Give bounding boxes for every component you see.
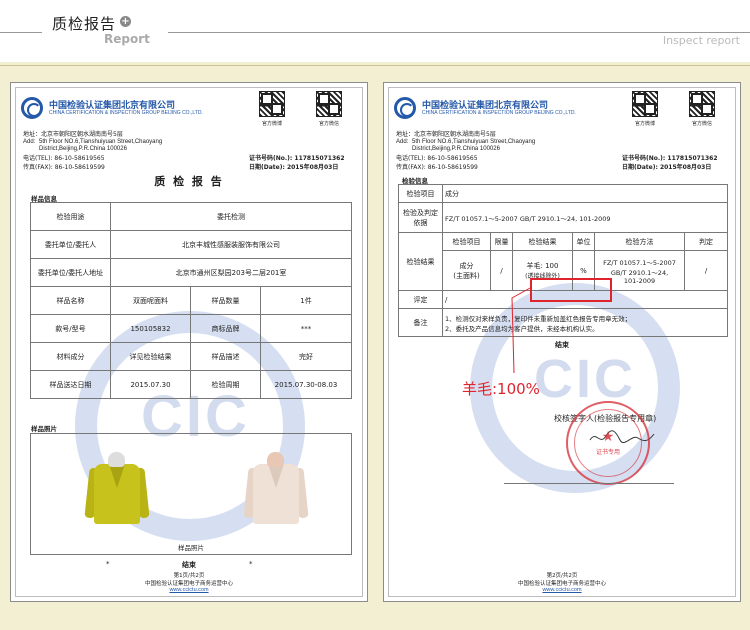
address-en-1: 5th Floor NO.6,Tianshuiyuan Street,Chaoy… xyxy=(39,139,163,145)
page-subtitle: Report xyxy=(104,32,150,46)
header-rule-right xyxy=(168,32,750,33)
description-label: 样品描述 xyxy=(190,342,261,371)
footer-page: 第1页/共2页 xyxy=(173,573,205,579)
sent-date-value: 2015.07.30 xyxy=(110,370,191,399)
client-label: 委托单位/委托人 xyxy=(30,230,111,259)
brand-label: 商标品牌 xyxy=(190,314,261,343)
weibo-qr-icon xyxy=(259,91,285,117)
official-seal-icon: ★ 证书专用 xyxy=(566,401,650,485)
org-name-en: CHINA CERTIFICATION & INSPECTION GROUP B… xyxy=(49,110,203,116)
client-address-value: 北京市通州区梨园203号二层201室 xyxy=(110,258,352,287)
address-label: Add: xyxy=(23,139,36,145)
client-address-label: 委托单位/委托人地址 xyxy=(30,258,111,287)
footer-org: 中国检验认证集团电子商务运营中心 xyxy=(517,581,606,587)
brand-value: *** xyxy=(260,314,352,343)
footer-page: 第2页/共2页 xyxy=(546,573,578,579)
page-title: 质检报告 xyxy=(52,15,117,33)
sample-info-table: 检验用途 委托检测 委托单位/委托人 北京丰城性感服装服饰有限公司 委托单位/委… xyxy=(30,202,352,399)
purpose-label: 检验用途 xyxy=(30,202,111,231)
header-right-label: Inspect report xyxy=(662,34,740,47)
wool-content-annotation: 羊毛:100% xyxy=(462,380,540,398)
fax: 传真(FAX): 86-10-58619599 xyxy=(23,164,105,171)
photo-caption: 样品照片 xyxy=(178,544,204,552)
sample-qty-value: 1件 xyxy=(260,286,352,315)
period-value: 2015.07.30-08.03 xyxy=(260,370,352,399)
cic-logo-icon xyxy=(21,97,43,119)
address-en-2: District,Beijing,P.R.China 100026 xyxy=(39,146,127,152)
model-label: 款号/型号 xyxy=(30,314,111,343)
qr-caption-weibo: 官方微博 xyxy=(261,121,282,127)
signature-rule xyxy=(504,483,674,484)
section-sample-photo: 样品照片 xyxy=(31,425,57,433)
purpose-value: 委托检测 xyxy=(110,202,352,231)
end-mark: 结束 xyxy=(182,561,196,569)
end-mark: 结束 xyxy=(555,341,569,349)
sample-name-label: 样品名称 xyxy=(30,286,111,315)
address-cn: 地址：北京市朝阳区朝水湖南南号5层 xyxy=(23,131,123,138)
header-rule-left xyxy=(0,32,42,33)
sample-name-value: 双面呢面料 xyxy=(110,286,191,315)
period-label: 检验周期 xyxy=(190,370,261,399)
report-title: 质 检 报 告 xyxy=(154,175,224,188)
report-date: 日期(Date): 2015年08月03日 xyxy=(249,164,339,171)
sent-date-label: 样品送达日期 xyxy=(30,370,111,399)
plus-icon: + xyxy=(120,16,131,27)
material-value: 详见检验结果 xyxy=(110,342,191,371)
footer-url-link[interactable]: www.ccictu.com xyxy=(384,587,740,593)
cert-number: 证书号码(No.): 117815071362 xyxy=(249,155,345,162)
page-header: 质检报告 + Report Inspect report xyxy=(0,0,750,62)
qr-caption-wechat: 官方微信 xyxy=(318,121,339,127)
footer-url-link[interactable]: www.ccictu.com xyxy=(11,587,367,593)
model-value: 150105832 xyxy=(110,314,191,343)
report-page-1: CIC 中国检验认证集团北京有限公司 CHINA CERTIFICATION &… xyxy=(10,82,368,602)
report-stage: CIC 中国检验认证集团北京有限公司 CHINA CERTIFICATION &… xyxy=(0,62,750,630)
seal-label: 证书专用 xyxy=(595,449,620,456)
dot-mark: * xyxy=(249,560,253,568)
report-page-2: CIC 中国检验认证集团北京有限公司 CHINA CERTIFICATION &… xyxy=(383,82,741,602)
footer-org: 中国检验认证集团电子商务运营中心 xyxy=(144,581,233,587)
client-value: 北京丰城性感服装服饰有限公司 xyxy=(110,230,352,259)
photo-frame: 样品照片 xyxy=(30,433,352,555)
sample-qty-label: 样品数量 xyxy=(190,286,261,315)
wechat-qr-icon xyxy=(316,91,342,117)
description-value: 完好 xyxy=(260,342,352,371)
material-label: 材料成分 xyxy=(30,342,111,371)
tel: 电话(TEL): 86-10-58619565 xyxy=(23,155,105,162)
